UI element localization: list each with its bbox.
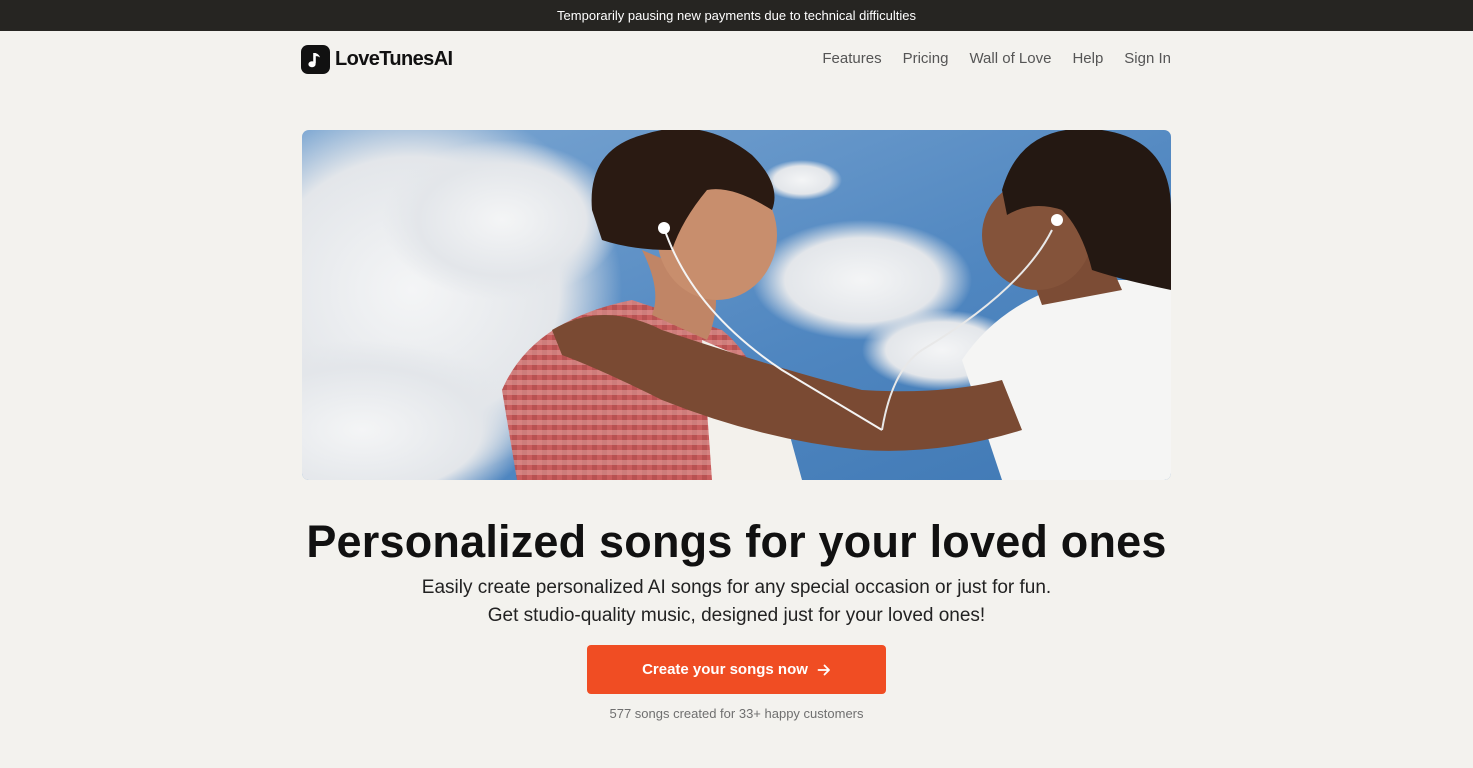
nav-sign-in[interactable]: Sign In [1124,50,1171,67]
music-note-icon [301,44,330,74]
arrow-right-icon [817,663,831,677]
hero-subtitle-line-1: Easily create personalized AI songs for … [421,577,1052,598]
logo-link[interactable]: LoveTunesAI [301,44,453,74]
hero-photo [302,130,1171,480]
create-songs-button[interactable]: Create your songs now [587,645,886,694]
announcement-text: Temporarily pausing new payments due to … [557,8,916,23]
nav-help[interactable]: Help [1072,50,1103,67]
hero-subtitle-line-2: Get studio-quality music, designed just … [487,605,986,626]
hero-headline: Personalized songs for your loved ones [306,516,1167,567]
create-songs-button-label: Create your songs now [642,661,808,678]
site-header: LoveTunesAI Features Pricing Wall of Lov… [0,31,1473,91]
announcement-banner: Temporarily pausing new payments due to … [0,0,1473,31]
main-nav: Features Pricing Wall of Love Help Sign … [822,50,1171,67]
nav-features[interactable]: Features [822,50,881,67]
nav-wall-of-love[interactable]: Wall of Love [969,50,1051,67]
nav-pricing[interactable]: Pricing [903,50,949,67]
social-proof-text: 577 songs created for 33+ happy customer… [609,706,864,721]
brand-name: LoveTunesAI [335,47,453,70]
